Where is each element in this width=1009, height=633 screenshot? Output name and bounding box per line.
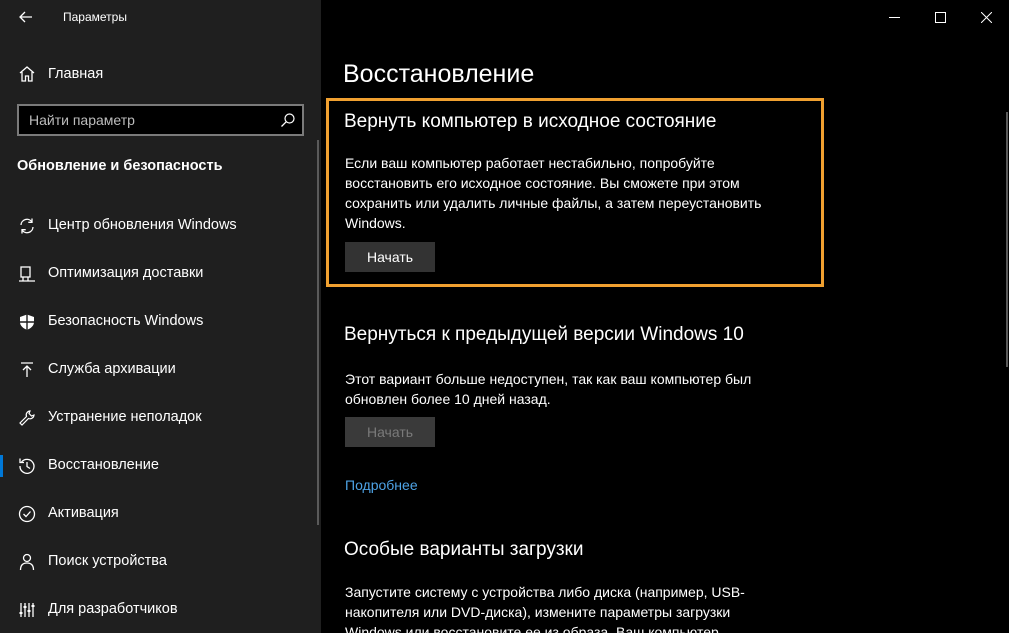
minimize-icon xyxy=(888,16,900,18)
content-pane: Восстановление Вернуть компьютер в исход… xyxy=(321,0,1009,633)
sidebar-item-backup[interactable]: Служба архивации xyxy=(0,350,321,390)
sync-icon xyxy=(17,216,37,236)
sidebar-item-delivery-optimization[interactable]: Оптимизация доставки xyxy=(0,254,321,294)
search-icon[interactable] xyxy=(280,112,296,128)
advanced-description-line: накопителя или DVD-диска), измените пара… xyxy=(345,604,731,620)
sidebar-item-label: Поиск устройства xyxy=(48,553,167,569)
sidebar-item-label: Безопасность Windows xyxy=(48,313,204,329)
advanced-description-line: Windows или восстановите ее из образа. В… xyxy=(345,624,719,633)
wrench-icon xyxy=(17,408,37,428)
navigation-pane: Параметры Главная Обновление и безопасно… xyxy=(0,0,321,633)
section-title: Обновление и безопасность xyxy=(17,158,223,174)
sidebar-item-label: Служба архивации xyxy=(48,361,176,377)
sidebar-item-label: Устранение неполадок xyxy=(48,409,202,425)
sidebar-item-label: Активация xyxy=(48,505,119,521)
search-input[interactable] xyxy=(19,106,274,134)
sidebar-item-label: Восстановление xyxy=(48,457,159,473)
sidebar-scrollbar[interactable] xyxy=(317,140,319,525)
delivery-optimization-icon xyxy=(17,264,37,284)
content-scrollbar[interactable] xyxy=(1006,112,1008,367)
minimize-button[interactable] xyxy=(871,0,917,34)
check-circle-icon xyxy=(17,504,37,524)
learn-more-link[interactable]: Подробнее xyxy=(345,477,418,493)
reset-start-button[interactable]: Начать xyxy=(345,242,435,272)
active-indicator xyxy=(0,455,3,477)
reset-description: Если ваш компьютер работает нестабильно,… xyxy=(345,153,761,233)
sidebar-item-label: Оптимизация доставки xyxy=(48,265,204,281)
back-arrow-icon xyxy=(19,11,32,23)
sidebar-item-label: Для разработчиков xyxy=(48,601,178,617)
reset-heading: Вернуть компьютер в исходное состояние xyxy=(344,111,717,132)
backup-arrow-icon xyxy=(17,360,37,380)
reset-description-line: сохранить или удалить личные файлы, а за… xyxy=(345,195,762,211)
advanced-startup-heading: Особые варианты загрузки xyxy=(344,539,584,560)
advanced-startup-description: Запустите систему с устройства либо диск… xyxy=(345,582,745,633)
rollback-start-button[interactable]: Начать xyxy=(345,417,435,447)
back-button[interactable] xyxy=(12,4,40,30)
window-controls xyxy=(871,0,1009,34)
sidebar-item-windows-update[interactable]: Центр обновления Windows xyxy=(0,206,321,246)
app-title: Параметры xyxy=(63,10,127,24)
sidebar-item-windows-security[interactable]: Безопасность Windows xyxy=(0,302,321,342)
search-box[interactable] xyxy=(17,104,304,136)
advanced-description-line: Запустите систему с устройства либо диск… xyxy=(345,584,745,600)
title-bar-left: Параметры xyxy=(0,0,321,34)
rollback-description-line: обновлен более 10 дней назад. xyxy=(345,391,551,407)
rollback-heading: Вернуться к предыдущей версии Windows 10 xyxy=(344,324,744,345)
shield-icon xyxy=(17,312,37,332)
sidebar-item-find-my-device[interactable]: Поиск устройства xyxy=(0,542,321,582)
developer-tools-icon xyxy=(17,600,37,620)
sidebar-item-activation[interactable]: Активация xyxy=(0,494,321,534)
maximize-icon xyxy=(934,11,946,23)
close-icon xyxy=(980,11,992,23)
close-button[interactable] xyxy=(963,0,1009,34)
rollback-description: Этот вариант больше недоступен, так как … xyxy=(345,369,751,409)
maximize-button[interactable] xyxy=(917,0,963,34)
rollback-description-line: Этот вариант больше недоступен, так как … xyxy=(345,371,752,387)
home-icon xyxy=(17,64,37,84)
sidebar-item-recovery[interactable]: Восстановление xyxy=(0,446,321,486)
reset-description-line: восстановить его исходное состояние. Вы … xyxy=(345,175,740,191)
home-label: Главная xyxy=(48,66,104,82)
person-pin-icon xyxy=(17,552,37,572)
history-icon xyxy=(17,456,37,476)
sidebar-item-label: Центр обновления Windows xyxy=(48,217,237,233)
reset-description-line: Windows. xyxy=(345,215,406,231)
reset-description-line: Если ваш компьютер работает нестабильно,… xyxy=(345,155,715,171)
sidebar-item-troubleshoot[interactable]: Устранение неполадок xyxy=(0,398,321,438)
page-title: Восстановление xyxy=(343,60,535,88)
home-nav-item[interactable]: Главная xyxy=(0,56,321,92)
sidebar-item-for-developers[interactable]: Для разработчиков xyxy=(0,590,321,630)
